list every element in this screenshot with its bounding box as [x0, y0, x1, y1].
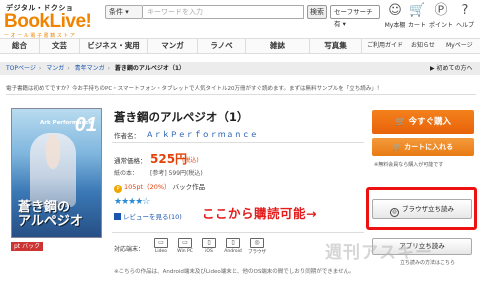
point-back: P 105pt（20%） バック作品	[114, 181, 205, 193]
globe-icon: ◎	[390, 208, 399, 217]
mypage-label: My本棚	[384, 22, 406, 29]
cart-note: ※無料会員なら購入が可能です	[374, 162, 444, 168]
point-suffix: バック作品	[172, 183, 206, 191]
devices-label: 対応端末：	[114, 246, 145, 253]
breadcrumb: TOPページ › マンガ › 青年マンガ › 蒼き鋼のアルペジオ（1）	[6, 62, 185, 75]
device-winpc: ▭ Win PC	[174, 238, 196, 254]
help-icon: ?	[461, 3, 469, 18]
author-link[interactable]: ＡｒｋＰｅｒｆｏｒｍａｎｃｅ	[146, 129, 258, 140]
browser-device-icon: ◎	[250, 238, 264, 248]
point-icon: Ⓟ	[434, 3, 448, 18]
breadcrumb-manga[interactable]: マンガ	[46, 65, 64, 72]
mypage-icon: ☺	[388, 3, 402, 18]
help-label: ヘルプ	[455, 22, 474, 29]
booklive-logo[interactable]: BookLive!	[4, 11, 92, 33]
nav-item-literature[interactable]: 文芸	[40, 38, 80, 54]
device-android: ▯ Android	[222, 238, 244, 254]
device-lideo: ▭ Lideo	[150, 238, 172, 254]
device-label: Lideo	[154, 249, 168, 254]
divider	[112, 142, 364, 143]
device-label: Win PC	[177, 249, 193, 254]
cart-link[interactable]: 🛒 カート	[404, 3, 430, 29]
breadcrumb-seinen[interactable]: 青年マンガ	[75, 65, 105, 72]
purchase-callout: ここから購読可能→	[202, 206, 317, 221]
browser-read-label: ブラウザ立ち読み	[402, 205, 454, 213]
breadcrumb-sep: ›	[107, 65, 110, 72]
review-label: レビューを見る(10)	[123, 213, 182, 221]
first-time-notice: 電子書籍は初めてですか？今お手持ちのPC・スマートフォン・タブレットで人気タイト…	[6, 83, 476, 95]
breadcrumb-top[interactable]: TOPページ	[6, 65, 36, 72]
breadcrumb-current: 蒼き鋼のアルペジオ（1）	[114, 65, 186, 72]
point-label: ポイント	[428, 22, 453, 29]
cover-title-art: 蒼き鋼の アルペジオ	[18, 200, 83, 229]
sync-footnote: ※こちらの作品は、Android端末及びLideo端末と、他のOS端末の間でしお…	[114, 269, 355, 275]
paper-price: [参考] 599円(税込)	[150, 170, 203, 177]
point-coin-icon: P	[114, 185, 122, 193]
device-browser: ◎ ブラウザ	[246, 238, 268, 255]
device-label: Android	[224, 249, 242, 254]
reader-device-icon: ▭	[154, 238, 168, 248]
nav-item-manga[interactable]: マンガ	[148, 38, 198, 54]
first-time-label: 初めての方へ	[436, 65, 473, 72]
cover-character	[30, 133, 76, 207]
cart-icon: 🛒	[409, 3, 426, 18]
price-tax: (税込)	[182, 157, 199, 164]
nav-item-business[interactable]: ビジネス・実用	[80, 38, 148, 54]
cart-label: カート	[407, 22, 426, 29]
winpc-device-icon: ▭	[178, 238, 192, 248]
book-cover[interactable]: Ark Performance 01 蒼き鋼の アルペジオ	[11, 108, 102, 238]
breadcrumb-sep: ›	[67, 65, 70, 72]
cover-volume: 01	[74, 114, 97, 136]
nav-item-lightnovel[interactable]: ラノベ	[198, 38, 246, 54]
device-label: iOS	[205, 249, 213, 254]
device-label: ブラウザ	[248, 250, 266, 255]
divider	[112, 232, 364, 233]
logo-text: BookLive	[4, 11, 86, 32]
paper-price-label: 紙の本：	[114, 170, 139, 177]
point-back-badge: pt バック	[11, 242, 44, 251]
book-title: 蒼き鋼のアルペジオ（1）	[114, 110, 249, 124]
browser-read-button[interactable]: ◎ ブラウザ立ち読み	[372, 199, 472, 219]
device-ios: ▯ iOS	[198, 238, 220, 254]
author-label: 作者名：	[114, 132, 140, 140]
android-device-icon: ▯	[226, 238, 240, 248]
review-icon	[114, 213, 121, 220]
add-to-cart-button[interactable]: 🛒 カートに入れる	[372, 138, 474, 156]
logo-mark: !	[85, 11, 92, 32]
search-input[interactable]: キーワードを入力	[143, 5, 304, 19]
news-link[interactable]: お知らせ	[411, 40, 435, 52]
nav-item-all[interactable]: 総合	[0, 38, 40, 54]
ios-device-icon: ▯	[202, 238, 216, 248]
search-button[interactable]: 検索	[307, 5, 327, 19]
nav-item-photobook[interactable]: 写真集	[310, 38, 362, 54]
point-link[interactable]: Ⓟ ポイント	[428, 3, 454, 29]
mypage-nav-link[interactable]: Myページ	[446, 40, 473, 52]
review-link[interactable]: レビューを見る(10)	[114, 211, 182, 221]
guide-link[interactable]: ご利用ガイド	[367, 40, 403, 52]
nav-item-magazine[interactable]: 雑誌	[246, 38, 310, 54]
breadcrumb-sep: ›	[38, 65, 42, 72]
first-time-link[interactable]: ▶ 初めての方へ	[430, 62, 473, 75]
search-condition-select[interactable]: 条件 ▾	[105, 5, 143, 19]
buy-now-button[interactable]: 🛒 今すぐ購入	[372, 110, 474, 134]
price-label: 通常価格：	[114, 157, 147, 165]
watermark: 週刊アスキー	[325, 243, 433, 263]
point-value: 105pt（20%）	[124, 183, 171, 191]
help-link[interactable]: ? ヘルプ	[452, 3, 478, 29]
safe-search-select[interactable]: セーフサーチ 有 ▾	[330, 5, 380, 28]
rating-stars: ★★★★☆	[114, 197, 150, 207]
